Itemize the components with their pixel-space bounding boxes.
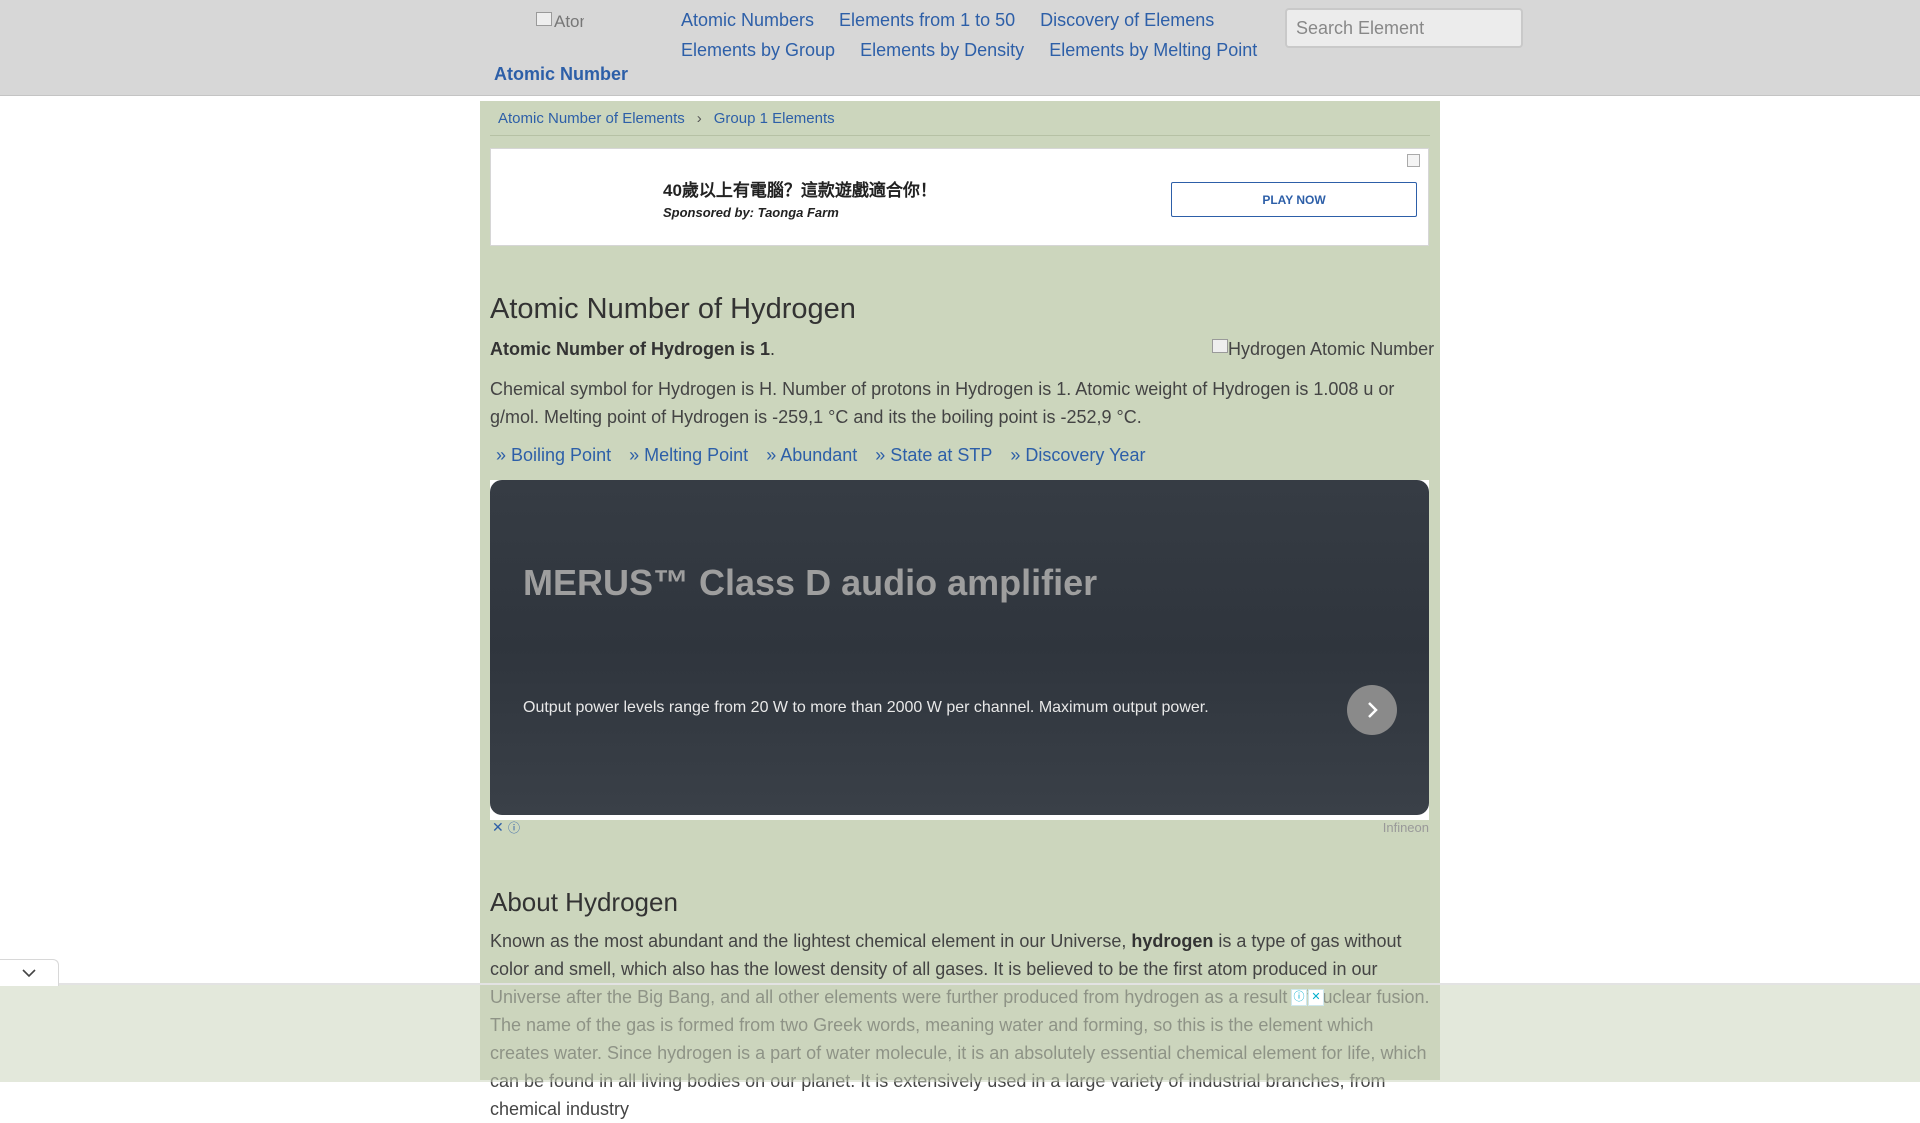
- ad-card[interactable]: MERUS™ Class D audio amplifier Output po…: [490, 480, 1429, 815]
- ad-close-icon[interactable]: ✕: [1308, 989, 1324, 1006]
- main-content: Atomic Number of Elements › Group 1 Elemen…: [480, 101, 1440, 1119]
- logo-link[interactable]: Atomic Number: [494, 64, 628, 85]
- about-text-bold: hydrogen: [1131, 931, 1214, 951]
- ad-brand[interactable]: Infineon: [1383, 820, 1429, 835]
- link-discovery-year[interactable]: » Discovery Year: [1010, 445, 1145, 465]
- ad-headline[interactable]: MERUS™ Class D audio amplifier: [523, 562, 1097, 604]
- ad-description[interactable]: Output power levels range from 20 W to m…: [523, 699, 1209, 717]
- nav-link-elements-1-to-50[interactable]: Elements from 1 to 50: [839, 10, 1015, 30]
- link-boiling-point[interactable]: » Boiling Point: [496, 445, 611, 465]
- lead-end: .: [770, 339, 776, 359]
- bottom-ad-bar[interactable]: [0, 983, 1920, 1082]
- nav-link-discovery[interactable]: Discovery of Elemens: [1040, 10, 1214, 30]
- play-now-button[interactable]: PLAY NOW: [1171, 182, 1417, 217]
- adchoices-info-icon[interactable]: ⓘ: [1291, 989, 1307, 1006]
- nav-link-atomic-numbers[interactable]: Atomic Numbers: [681, 10, 814, 30]
- search-input[interactable]: [1285, 8, 1523, 48]
- lead-bold: Atomic Number of Hydrogen is 1: [490, 339, 771, 359]
- close-icon[interactable]: ✕: [492, 819, 504, 836]
- breadcrumb-separator: ›: [696, 110, 702, 127]
- top-nav-row-2: Elements by Group Elements by Density El…: [681, 40, 1277, 61]
- chevron-down-icon: [22, 969, 36, 978]
- nav-link-by-group[interactable]: Elements by Group: [681, 40, 835, 60]
- about-text-start: Known as the most abundant and the light…: [490, 931, 1132, 951]
- breadcrumb: Atomic Number of Elements › Group 1 Elemen…: [498, 110, 835, 127]
- property-links: » Boiling Point » Melting Point » Abunda…: [496, 445, 1158, 466]
- breadcrumb-link-group1[interactable]: Group 1 Elements: [714, 110, 835, 127]
- info-icon[interactable]: ⓘ: [508, 819, 520, 836]
- link-state-at-stp[interactable]: » State at STP: [875, 445, 992, 465]
- logo-alt-text: Atomic: [554, 12, 584, 31]
- hydrogen-image-alt: Hydrogen Atomic Number: [1228, 339, 1435, 359]
- adchoices-icon[interactable]: [1407, 154, 1420, 167]
- ad-footer: ✕ ⓘ Infineon: [490, 815, 1429, 840]
- lead-sentence: Atomic Number of Hydrogen is 1.: [490, 339, 775, 360]
- sponsored-ad-banner[interactable]: 40歲以上有電腦？這款遊戲適合你！ Sponsored by: Taonga F…: [490, 148, 1429, 246]
- nav-link-by-melting-point[interactable]: Elements by Melting Point: [1049, 40, 1257, 60]
- about-heading: About Hydrogen: [490, 887, 678, 917]
- logo-image[interactable]: Atomic: [536, 12, 584, 48]
- broken-image-icon: [536, 12, 552, 26]
- chevron-right-icon[interactable]: [1347, 685, 1397, 735]
- page-title: Atomic Number of Hydrogen: [490, 293, 856, 325]
- nav-link-by-density[interactable]: Elements by Density: [860, 40, 1024, 60]
- ad-title[interactable]: 40歲以上有電腦？這款遊戲適合你！: [663, 176, 937, 201]
- ad-sponsor: Sponsored by: Taonga Farm: [663, 205, 839, 220]
- top-nav-row-1: Atomic Numbers Elements from 1 to 50 Dis…: [681, 10, 1234, 31]
- breadcrumb-divider: [490, 135, 1430, 136]
- site-header: Atomic Atomic Number Atomic Numbers Elem…: [0, 0, 1920, 96]
- intro-paragraph: Chemical symbol for Hydrogen is H. Numbe…: [490, 379, 1395, 427]
- hydrogen-image: Hydrogen Atomic Number: [1212, 339, 1434, 360]
- collapse-ad-button[interactable]: [0, 959, 59, 986]
- link-abundant[interactable]: » Abundant: [766, 445, 857, 465]
- link-melting-point[interactable]: » Melting Point: [629, 445, 748, 465]
- broken-image-icon: [1212, 339, 1228, 353]
- breadcrumb-link-elements[interactable]: Atomic Number of Elements: [498, 110, 685, 127]
- display-ad: MERUS™ Class D audio amplifier Output po…: [490, 480, 1429, 835]
